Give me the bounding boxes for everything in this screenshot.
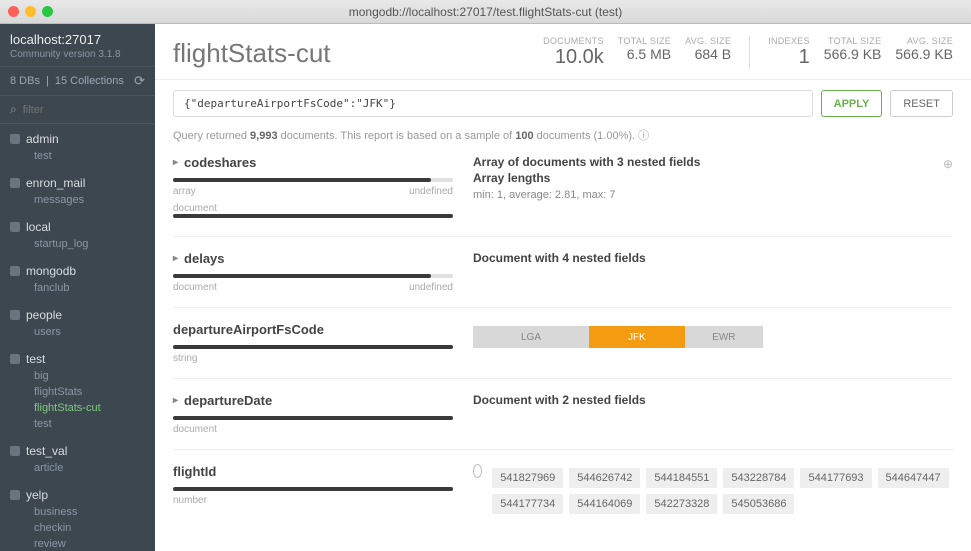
search-icon: ⌕ xyxy=(10,102,17,117)
database-icon xyxy=(10,310,20,320)
database-icon xyxy=(10,266,20,276)
database-icon xyxy=(10,446,20,456)
refresh-icon[interactable]: ⟳ xyxy=(134,73,145,89)
database-icon xyxy=(10,490,20,500)
stat-index-avg-size: avg. size 566.9 KB xyxy=(895,36,953,69)
database-icon xyxy=(10,134,20,144)
connection-header: localhost:27017 Community version 3.1.8 xyxy=(0,24,155,67)
collection-startup_log[interactable]: startup_log xyxy=(34,236,145,252)
collection-stats: DOCUMENTS 10.0k total size 6.5 MB avg. s… xyxy=(543,36,953,69)
collection-checkin[interactable]: checkin xyxy=(34,520,145,536)
db-local[interactable]: local xyxy=(10,220,145,234)
query-input[interactable] xyxy=(173,90,813,117)
value-tag[interactable]: 544164069 xyxy=(569,494,640,514)
value-tag[interactable]: 544177734 xyxy=(492,494,563,514)
value-tag[interactable]: 541827969 xyxy=(492,468,563,488)
field-departureDate: ▸departureDatedocumentDocument with 2 ne… xyxy=(173,378,953,449)
field-departureAirportFsCode: departureAirportFsCodestringLGAJFKEWR xyxy=(173,307,953,378)
value-tag[interactable]: 544647447 xyxy=(878,468,949,488)
database-icon xyxy=(10,354,20,364)
caret-icon[interactable]: ▸ xyxy=(173,253,178,264)
db-people[interactable]: people xyxy=(10,308,145,322)
connection-host: localhost:27017 xyxy=(10,32,145,47)
collection-business[interactable]: business xyxy=(34,504,145,520)
schema-view: ▸codesharesarrayundefineddocument⊕Array … xyxy=(155,151,971,551)
collection-count: 15 Collections xyxy=(55,75,124,87)
info-icon[interactable]: ⓘ xyxy=(638,130,649,142)
collection-users[interactable]: users xyxy=(34,324,145,340)
stat-index-total-size: total size 566.9 KB xyxy=(824,36,882,69)
window-titlebar: mongodb://localhost:27017/test.flightSta… xyxy=(0,0,971,24)
value-tags: 541827969 544626742 544184551 543228784 5441… xyxy=(492,468,953,514)
main-content: flightStats-cut DOCUMENTS 10.0k total si… xyxy=(155,24,971,551)
field-name: codeshares xyxy=(184,155,256,170)
value-tag[interactable]: 543228784 xyxy=(723,468,794,488)
db-test_val[interactable]: test_val xyxy=(10,444,145,458)
collection-title: flightStats-cut xyxy=(173,38,543,69)
field-name: delays xyxy=(184,251,224,266)
field-name: departureAirportFsCode xyxy=(173,322,324,337)
database-icon xyxy=(10,178,20,188)
stat-indexes: INDEXES 1 xyxy=(768,36,810,69)
collection-article[interactable]: article xyxy=(34,460,145,476)
sidebar-stats: 8 DBs | 15 Collections ⟳ xyxy=(0,67,155,96)
collection-big[interactable]: big xyxy=(34,368,145,384)
collection-flightStats[interactable]: flightStats xyxy=(34,384,145,400)
db-admin[interactable]: admin xyxy=(10,132,145,146)
value-segment[interactable]: EWR xyxy=(685,326,763,348)
field-name: flightId xyxy=(173,464,216,479)
collection-review[interactable]: review xyxy=(34,536,145,551)
value-tag[interactable]: 544184551 xyxy=(646,468,717,488)
db-count: 8 DBs xyxy=(10,75,40,87)
field-codeshares: ▸codesharesarrayundefineddocument⊕Array … xyxy=(173,151,953,236)
database-icon xyxy=(10,222,20,232)
field-delays: ▸delaysdocumentundefinedDocument with 4 … xyxy=(173,236,953,307)
field-name: departureDate xyxy=(184,393,272,408)
caret-icon[interactable]: ▸ xyxy=(173,157,178,168)
db-mongodb[interactable]: mongodb xyxy=(10,264,145,278)
filter-input[interactable] xyxy=(23,104,165,116)
value-tag[interactable]: 542273328 xyxy=(646,494,717,514)
window-title: mongodb://localhost:27017/test.flightSta… xyxy=(0,5,971,19)
key-icon[interactable]: ⊕ xyxy=(943,157,953,171)
collection-test[interactable]: test xyxy=(34,148,145,164)
collection-fanclub[interactable]: fanclub xyxy=(34,280,145,296)
radio-icon[interactable] xyxy=(473,464,482,478)
connection-version: Community version 3.1.8 xyxy=(10,49,145,60)
collection-test[interactable]: test xyxy=(34,416,145,432)
sidebar: localhost:27017 Community version 3.1.8 … xyxy=(0,24,155,551)
value-segment[interactable]: JFK xyxy=(589,326,685,348)
apply-button[interactable]: APPLY xyxy=(821,90,883,117)
stat-documents: DOCUMENTS 10.0k xyxy=(543,36,604,69)
value-tag[interactable]: 545053686 xyxy=(723,494,794,514)
database-list: admin test enron_mail messages local startup_… xyxy=(0,124,155,551)
value-tag[interactable]: 544626742 xyxy=(569,468,640,488)
db-test[interactable]: test xyxy=(10,352,145,366)
value-distribution: LGAJFKEWR xyxy=(473,326,763,348)
stat-avg-size: avg. size 684 B xyxy=(685,36,731,69)
collection-flightStats-cut[interactable]: flightStats-cut xyxy=(34,400,145,416)
db-enron_mail[interactable]: enron_mail xyxy=(10,176,145,190)
query-bar: APPLY RESET xyxy=(173,90,953,117)
sidebar-filter: ⌕ xyxy=(0,96,155,124)
field-flightId: flightIdnumber54182796954462674254418455… xyxy=(173,449,953,528)
reset-button[interactable]: RESET xyxy=(890,90,953,117)
db-yelp[interactable]: yelp xyxy=(10,488,145,502)
caret-icon[interactable]: ▸ xyxy=(173,395,178,406)
collection-messages[interactable]: messages xyxy=(34,192,145,208)
value-tag[interactable]: 544177693 xyxy=(800,468,871,488)
result-info: Query returned 9,993 documents. This rep… xyxy=(173,127,953,143)
value-segment[interactable]: LGA xyxy=(473,326,589,348)
collection-header: flightStats-cut DOCUMENTS 10.0k total si… xyxy=(155,24,971,80)
stat-total-size: total size 6.5 MB xyxy=(618,36,671,69)
